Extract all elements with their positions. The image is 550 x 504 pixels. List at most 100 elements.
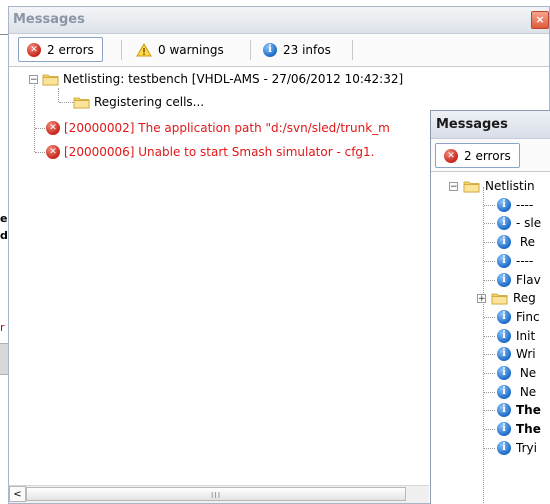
tree-connector — [484, 260, 495, 262]
overlay-message-tree: − Netlistin i ---- i - sle i Re i ---- i Flav + Reg i… — [431, 173, 550, 504]
tree-connector — [484, 391, 495, 393]
overlay-tree-item[interactable]: − Netlistin — [449, 177, 535, 195]
overlay-tree-item[interactable]: i Flav — [484, 271, 541, 289]
tree-connector — [484, 354, 495, 356]
tree-connector — [484, 223, 495, 225]
overlay-tree-item-label: Flav — [516, 272, 541, 287]
tree-item-label: Netlisting: testbench [VHDL-AMS - 27/06/… — [63, 72, 404, 86]
tree-connector — [483, 187, 484, 504]
folder-icon — [73, 97, 90, 108]
close-icon: × — [535, 13, 545, 26]
overlay-tree-item[interactable]: i Ne — [484, 364, 537, 382]
info-icon: i — [497, 422, 511, 437]
overlay-tree-item[interactable]: i Init — [484, 327, 536, 345]
tree-connector — [484, 316, 495, 318]
tree-connector — [34, 82, 35, 152]
overlay-tree-item[interactable]: i ---- — [484, 252, 534, 270]
tree-connector — [35, 152, 45, 153]
overlay-tree-item-label: Re — [516, 235, 535, 250]
tab-divider — [250, 40, 251, 60]
tree-connector — [58, 88, 59, 102]
info-icon: i — [263, 42, 277, 57]
tree-item-registering-cells[interactable]: Registering cells... — [73, 93, 204, 111]
message-filter-toolbar: ✕ 2 errors 0 warnings i 23 infos — [9, 34, 549, 67]
overlay-errors-filter-tab[interactable]: ✕ 2 errors — [435, 143, 520, 168]
horizontal-scrollbar[interactable]: < III — [9, 485, 429, 503]
overlay-tree-item[interactable]: + Reg — [477, 289, 536, 307]
errors-filter-tab[interactable]: ✕ 2 errors — [18, 37, 103, 62]
warning-icon — [136, 42, 152, 56]
background-text-fragment: e — [0, 212, 8, 225]
background-text-fragment: d — [0, 229, 8, 242]
errors-tab-label: 2 errors — [47, 42, 94, 57]
overlay-errors-tab-label: 2 errors — [464, 148, 511, 163]
tree-item-label: Registering cells... — [94, 95, 205, 109]
overlay-tree-item[interactable]: i The — [484, 420, 541, 438]
error-message: [20000006] Unable to start Smash simulat… — [64, 145, 375, 159]
folder-icon — [463, 181, 480, 192]
info-icon: i — [497, 216, 511, 231]
scrollbar-grip: III — [211, 491, 222, 500]
panel-title: Messages — [13, 12, 85, 27]
scroll-left-button[interactable]: < — [9, 486, 26, 502]
overlay-tree-item[interactable]: i - sle — [484, 214, 542, 232]
tree-connector — [484, 373, 495, 374]
overlay-tree-item-label: Ne — [516, 384, 537, 399]
tree-item-error[interactable]: ✕ [20000006] Unable to start Smash simul… — [46, 143, 375, 161]
tree-connector — [484, 335, 495, 337]
tree-connector — [484, 242, 495, 244]
infos-filter-tab[interactable]: i 23 infos — [254, 37, 340, 62]
error-icon: ✕ — [444, 148, 458, 163]
scrollbar-thumb[interactable]: III — [26, 487, 406, 501]
chevron-left-icon: < — [13, 489, 22, 500]
warnings-filter-tab[interactable]: 0 warnings — [127, 37, 233, 62]
tree-connector — [484, 279, 495, 281]
expand-icon[interactable]: + — [477, 293, 486, 303]
overlay-tree-item-label: Netlistin — [485, 179, 535, 193]
info-icon: i — [497, 253, 511, 268]
overlay-title-bar[interactable]: Messages — [431, 111, 550, 139]
info-icon: i — [497, 272, 511, 287]
overlay-tree-item[interactable]: i Finc — [484, 308, 540, 326]
background-text-fragment: r — [0, 321, 5, 334]
error-icon: ✕ — [46, 121, 60, 135]
tree-item-error[interactable]: ✕ [20000002] The application path "d:/sv… — [46, 119, 390, 137]
info-icon: i — [497, 403, 511, 418]
tab-divider — [352, 40, 353, 60]
info-icon: i — [497, 384, 511, 399]
overlay-tree-item[interactable]: i Tryi — [484, 439, 537, 457]
infos-tab-label: 23 infos — [283, 42, 331, 57]
overlay-tree-item-label: The — [516, 422, 541, 437]
info-icon: i — [497, 328, 511, 343]
tree-connector — [484, 447, 495, 449]
tree-connector — [59, 102, 73, 103]
overlay-tree-item[interactable]: i The — [484, 401, 541, 419]
overlay-tree-item-label: Init — [516, 328, 536, 343]
error-message: [20000002] The application path "d:/svn/… — [64, 121, 390, 135]
error-icon: ✕ — [27, 42, 41, 57]
info-icon: i — [497, 235, 511, 250]
overlay-tree-item[interactable]: i Re — [484, 233, 535, 251]
tree-connector — [484, 410, 495, 412]
panel-title-bar[interactable]: Messages × — [9, 7, 549, 34]
tree-item-netlisting[interactable]: − Netlisting: testbench [VHDL-AMS - 27/0… — [29, 70, 403, 88]
overlay-tree-item-label: Wri — [516, 347, 536, 362]
overlay-tree-item[interactable]: i Wri — [484, 345, 536, 363]
error-icon: ✕ — [46, 145, 60, 159]
messages-panel-overlay: Messages ✕ 2 errors − Netlistin i ---- i - sl… — [430, 110, 550, 504]
overlay-tree-item-label: ---- — [516, 253, 534, 268]
overlay-tree-item[interactable]: i ---- — [484, 196, 533, 214]
tree-connector — [484, 429, 495, 431]
info-icon: i — [497, 347, 511, 362]
overlay-tree-item-label: - sle — [516, 216, 542, 231]
collapse-icon[interactable]: − — [449, 181, 458, 191]
overlay-tree-item[interactable]: i Ne — [484, 383, 537, 401]
info-icon: i — [497, 440, 511, 455]
overlay-filter-toolbar: ✕ 2 errors — [431, 139, 550, 172]
tree-connector — [484, 204, 495, 206]
overlay-tree-item-label: Ne — [516, 366, 537, 380]
close-button[interactable]: × — [531, 11, 549, 29]
overlay-tree-item-label: Reg — [513, 291, 536, 306]
folder-icon — [42, 74, 59, 85]
collapse-icon[interactable]: − — [29, 74, 38, 84]
